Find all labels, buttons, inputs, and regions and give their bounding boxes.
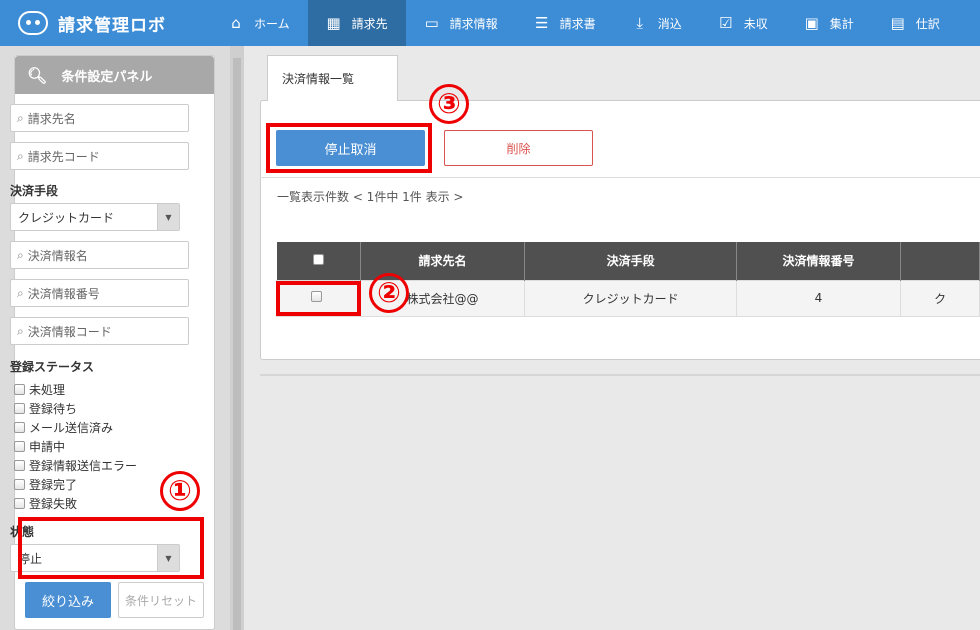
status-label: 登録待ち <box>29 402 78 416</box>
status-label: 登録情報送信エラー <box>29 459 138 473</box>
payment-info-number-input[interactable]: ⌕ 決済情報番号 <box>10 279 189 307</box>
checkbox[interactable] <box>14 498 25 509</box>
nav-item-billing-info[interactable]: ▭ 請求情報 <box>406 0 516 46</box>
nav-item-label: ホーム <box>254 16 290 31</box>
download-icon: ⤓ <box>636 14 643 32</box>
status-checkbox-completed[interactable]: 登録完了 <box>14 476 77 493</box>
status-checkbox-waiting[interactable]: 登録待ち <box>14 400 77 417</box>
checkbox[interactable] <box>14 403 25 414</box>
reset-conditions-button[interactable]: 条件リセット <box>118 582 204 618</box>
nav-item-home[interactable]: ⌂ ホーム <box>210 0 308 46</box>
status-checkbox-failed[interactable]: 登録失敗 <box>14 495 77 512</box>
brand[interactable]: 請求管理ロボ <box>0 0 210 46</box>
status-checkbox-mail-sent[interactable]: メール送信済み <box>14 419 113 436</box>
divider <box>260 177 980 178</box>
search-icon: ⌕ <box>17 247 24 262</box>
robot-logo-icon <box>18 11 48 35</box>
status-checkbox-send-error[interactable]: 登録情報送信エラー <box>14 457 137 474</box>
nav-item-label: 消込 <box>657 16 682 31</box>
chevron-down-icon: ▼ <box>157 204 179 230</box>
checkbox[interactable] <box>14 460 25 471</box>
select-all-checkbox[interactable] <box>312 253 324 265</box>
nav-item-label: 請求情報 <box>449 16 498 31</box>
step-2-marker: ② <box>369 273 409 313</box>
search-icon: ⌕ <box>17 285 24 300</box>
building-icon: ▦ <box>326 14 341 32</box>
nav-item-label: 請求書 <box>559 16 596 31</box>
status-checkbox-unprocessed[interactable]: 未処理 <box>14 381 65 398</box>
col-payment-method[interactable]: 決済手段 <box>524 242 737 280</box>
row-checkbox[interactable] <box>310 291 322 302</box>
checkbox[interactable] <box>14 384 25 395</box>
status-checkbox-applying[interactable]: 申請中 <box>14 438 65 455</box>
checkbox[interactable] <box>14 441 25 452</box>
cell-payment-number: 4 <box>735 279 902 317</box>
table-icon: ▤ <box>890 14 905 32</box>
billing-code-placeholder: 請求先コード <box>27 149 100 164</box>
divider <box>260 374 980 376</box>
search-icon: ⌕ <box>17 323 24 338</box>
nav-item-reconcile[interactable]: ⤓ 消込 <box>614 0 700 46</box>
nav-item-label: 仕訳 <box>915 16 940 31</box>
payment-method-label: 決済手段 <box>10 184 59 198</box>
search-icon: ⌕ <box>17 110 24 125</box>
payment-method-value: クレジットカード <box>18 210 115 225</box>
check-icon: ☑ <box>718 14 733 32</box>
top-nav: 請求管理ロボ ⌂ ホーム ▦ 請求先 ▭ 請求情報 ☰ 請求書 ⤓ 消込 ☑ 未… <box>0 0 980 46</box>
step-1-marker: ① <box>160 471 200 511</box>
nav-item-journal[interactable]: ▤ 仕訳 <box>872 0 958 46</box>
home-icon: ⌂ <box>231 14 241 32</box>
row-select-cell[interactable] <box>276 279 361 317</box>
nav-item-billing-targets[interactable]: ▦ 請求先 <box>307 0 406 46</box>
nav-item-label: 集計 <box>829 16 854 31</box>
billing-name-input[interactable]: ⌕ 請求先名 <box>10 104 189 132</box>
nav-item-label: 未収 <box>743 16 768 31</box>
billing-code-input[interactable]: ⌕ 請求先コード <box>10 142 189 170</box>
col-extra <box>900 242 980 280</box>
state-select[interactable]: 停止 ▼ <box>10 544 180 572</box>
billing-name-placeholder: 請求先名 <box>27 111 76 126</box>
status-label: 未処理 <box>29 383 66 397</box>
status-label: 登録失敗 <box>29 497 78 511</box>
filter-panel-header: 🔍︎ 条件設定パネル <box>15 56 214 94</box>
delete-button[interactable]: 削除 <box>444 130 593 166</box>
search-icon: 🔍︎ <box>27 65 48 85</box>
filter-panel-title: 条件設定パネル <box>61 69 153 85</box>
status-label: 登録完了 <box>29 478 78 492</box>
chevron-down-icon: ▼ <box>157 545 179 571</box>
calculator-icon: ▣ <box>804 14 819 32</box>
state-label: 状態 <box>10 525 35 539</box>
list-icon: ☰ <box>534 14 549 32</box>
result-count: 一覧表示件数 < 1件中 1件 表示 > <box>277 190 464 204</box>
inbox-icon: ▭ <box>424 14 439 32</box>
col-payment-number[interactable]: 決済情報番号 <box>736 242 902 280</box>
registration-status-label: 登録ステータス <box>10 360 95 374</box>
nav-item-label: 請求先 <box>351 16 388 31</box>
payment-info-code-placeholder: 決済情報コード <box>27 324 112 339</box>
checkbox[interactable] <box>14 422 25 433</box>
cell-payment-method: クレジットカード <box>524 279 737 317</box>
payment-info-code-input[interactable]: ⌕ 決済情報コード <box>10 317 189 345</box>
nav-item-summary[interactable]: ▣ 集計 <box>786 0 872 46</box>
sidebar-scrollbar-thumb[interactable] <box>233 58 241 630</box>
app-name: 請求管理ロボ <box>58 15 166 36</box>
payment-method-select[interactable]: クレジットカード ▼ <box>10 203 180 231</box>
checkbox[interactable] <box>14 479 25 490</box>
nav-item-invoices[interactable]: ☰ 請求書 <box>516 0 614 46</box>
payment-info-name-placeholder: 決済情報名 <box>27 248 88 263</box>
payment-info-number-placeholder: 決済情報番号 <box>27 286 100 301</box>
step-3-marker: ③ <box>429 84 469 124</box>
filter-button[interactable]: 絞り込み <box>25 582 111 618</box>
status-label: メール送信済み <box>29 421 114 435</box>
nav-item-unpaid[interactable]: ☑ 未収 <box>700 0 786 46</box>
cancel-stop-button[interactable]: 停止取消 <box>276 130 425 166</box>
status-label: 申請中 <box>29 440 66 454</box>
search-icon: ⌕ <box>17 148 24 163</box>
cell-extra-link[interactable]: ク <box>900 279 980 317</box>
payment-info-name-input[interactable]: ⌕ 決済情報名 <box>10 241 189 269</box>
state-value: 停止 <box>18 551 43 566</box>
tab-payment-info-list[interactable]: 決済情報一覧 <box>267 55 398 101</box>
select-all-header[interactable] <box>276 242 361 280</box>
